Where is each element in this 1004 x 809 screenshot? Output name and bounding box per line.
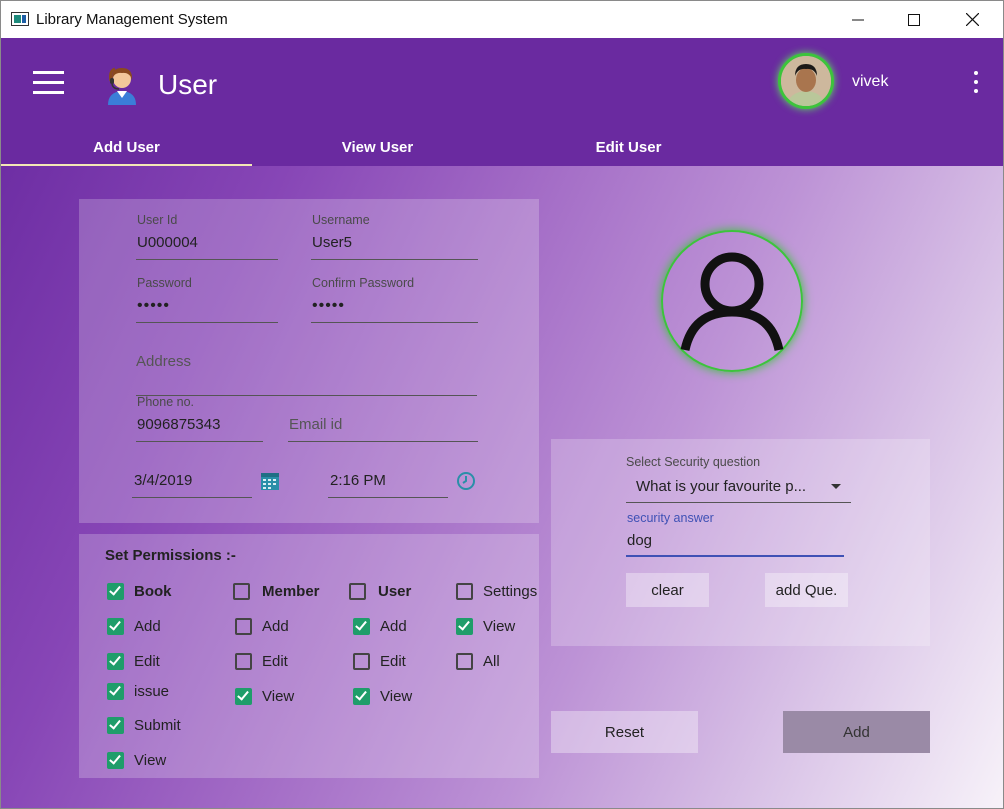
profile-picture[interactable] xyxy=(661,230,803,372)
member-checkbox[interactable] xyxy=(233,583,250,600)
user-add-label: Add xyxy=(380,618,407,635)
user-view-label: View xyxy=(380,688,413,705)
user-id-label: User Id xyxy=(137,213,178,227)
book-edit-label: Edit xyxy=(134,653,160,670)
permissions-title: Set Permissions :- xyxy=(105,547,236,564)
settings-all-checkbox[interactable] xyxy=(456,653,473,670)
confirm-password-field[interactable]: ••••• xyxy=(312,297,345,315)
hamburger-menu-icon[interactable] xyxy=(33,71,64,95)
phone-field[interactable]: 9096875343 xyxy=(137,416,220,433)
date-field[interactable]: 3/4/2019 xyxy=(134,472,192,489)
app-icon xyxy=(11,12,29,26)
user-avatar[interactable] xyxy=(778,53,834,109)
date-underline xyxy=(132,497,252,498)
email-underline xyxy=(288,441,478,442)
clock-icon[interactable] xyxy=(456,471,476,491)
title-bar: Library Management System xyxy=(1,1,1003,38)
member-edit-checkbox[interactable] xyxy=(235,653,252,670)
close-icon xyxy=(965,13,979,26)
calendar-icon[interactable] xyxy=(260,471,280,491)
settings-view-label: View xyxy=(483,618,516,635)
book-issue-label: issue xyxy=(134,683,170,700)
dropdown-arrow-icon[interactable] xyxy=(830,483,842,491)
tab-view-user[interactable]: View User xyxy=(252,129,503,166)
member-label: Member xyxy=(262,583,320,600)
book-view-label: View xyxy=(134,752,167,769)
password-underline xyxy=(136,322,278,323)
phone-label: Phone no. xyxy=(137,395,194,409)
phone-underline xyxy=(136,441,263,442)
user-id-underline xyxy=(136,259,278,260)
person-icon xyxy=(680,252,784,352)
user-label: User xyxy=(378,583,412,600)
email-field[interactable]: Email id xyxy=(289,416,342,433)
address-field[interactable]: Address xyxy=(136,353,191,370)
settings-view-checkbox[interactable] xyxy=(456,618,473,635)
time-field[interactable]: 2:16 PM xyxy=(330,472,386,489)
password-field[interactable]: ••••• xyxy=(137,297,170,315)
reset-button[interactable]: Reset xyxy=(551,711,698,753)
user-add-checkbox[interactable] xyxy=(353,618,370,635)
window-title: Library Management System xyxy=(36,11,228,28)
minimize-button[interactable] xyxy=(835,1,881,38)
username-underline xyxy=(311,259,478,260)
book-edit-checkbox[interactable] xyxy=(107,653,124,670)
settings-label: Settings xyxy=(483,583,538,600)
user-edit-label: Edit xyxy=(380,653,406,670)
tab-add-user[interactable]: Add User xyxy=(1,129,252,166)
avatar-photo-icon xyxy=(781,56,831,106)
password-label: Password xyxy=(137,276,192,290)
member-edit-label: Edit xyxy=(262,653,288,670)
maximize-icon xyxy=(908,13,920,26)
member-view-checkbox[interactable] xyxy=(235,688,252,705)
user-edit-checkbox[interactable] xyxy=(353,653,370,670)
username-label: vivek xyxy=(852,73,889,90)
close-button[interactable] xyxy=(949,1,995,38)
app-window: Library Management System User vivek Add… xyxy=(0,0,1004,809)
support-agent-icon xyxy=(108,67,136,105)
clear-button[interactable]: clear xyxy=(626,573,709,607)
user-view-checkbox[interactable] xyxy=(353,688,370,705)
user-id-field[interactable]: U000004 xyxy=(137,234,198,251)
security-panel xyxy=(551,439,930,646)
security-question-underline xyxy=(626,502,851,503)
more-options-icon[interactable] xyxy=(973,71,979,95)
member-add-label: Add xyxy=(262,618,289,635)
security-answer-field[interactable]: dog xyxy=(627,532,652,549)
book-submit-checkbox[interactable] xyxy=(107,717,124,734)
page-title: User xyxy=(158,69,218,100)
book-add-checkbox[interactable] xyxy=(107,618,124,635)
member-add-checkbox[interactable] xyxy=(235,618,252,635)
book-checkbox[interactable] xyxy=(107,583,124,600)
book-label: Book xyxy=(134,583,172,600)
security-answer-label: security answer xyxy=(627,511,714,525)
security-question-label: Select Security question xyxy=(626,455,761,469)
username-field-label: Username xyxy=(312,213,370,227)
add-button[interactable]: Add xyxy=(783,711,930,753)
user-checkbox[interactable] xyxy=(349,583,366,600)
tab-edit-user[interactable]: Edit User xyxy=(503,129,754,166)
security-question-select[interactable]: What is your favourite p... xyxy=(636,478,806,495)
confirm-password-label: Confirm Password xyxy=(312,276,415,290)
book-view-checkbox[interactable] xyxy=(107,752,124,769)
username-field[interactable]: User5 xyxy=(312,234,352,251)
maximize-button[interactable] xyxy=(891,1,937,38)
minimize-icon xyxy=(852,19,864,20)
security-answer-underline xyxy=(626,555,844,557)
book-submit-label: Submit xyxy=(134,717,181,734)
book-issue-checkbox[interactable] xyxy=(107,683,124,700)
add-question-button[interactable]: add Que. xyxy=(765,573,848,607)
book-add-label: Add xyxy=(134,618,161,635)
member-view-label: View xyxy=(262,688,295,705)
settings-all-label: All xyxy=(483,653,500,670)
settings-checkbox[interactable] xyxy=(456,583,473,600)
confirm-password-underline xyxy=(311,322,478,323)
time-underline xyxy=(328,497,448,498)
